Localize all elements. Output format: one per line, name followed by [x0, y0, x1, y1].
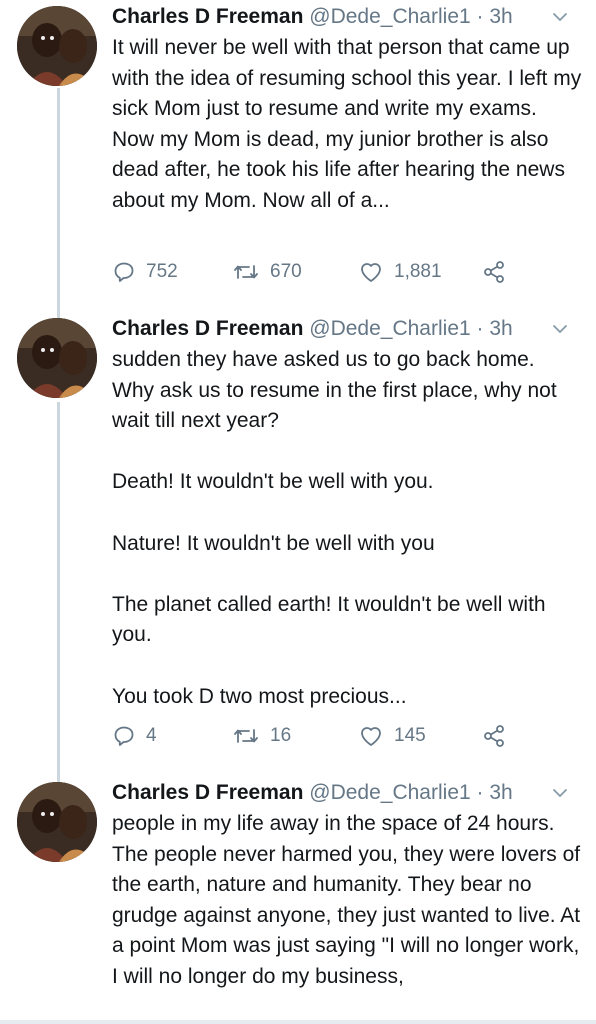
- tweet-paragraph: You took D two most precious...: [112, 684, 407, 708]
- author-name[interactable]: Charles D Freeman: [112, 317, 303, 340]
- tweet-text: sudden they have asked us to go back hom…: [112, 345, 582, 712]
- heart-icon: [358, 724, 384, 748]
- like-button[interactable]: 1,881: [358, 257, 442, 287]
- retweet-count: 670: [270, 261, 302, 282]
- tweet[interactable]: Charles D Freeman @Dede_Charlie1 · 3h su…: [0, 314, 596, 764]
- author-handle[interactable]: @Dede_Charlie1: [309, 781, 470, 804]
- share-icon: [482, 260, 506, 284]
- tweet[interactable]: Charles D Freeman @Dede_Charlie1 · 3h It…: [0, 2, 596, 302]
- retweet-icon: [232, 260, 260, 284]
- retweet-button[interactable]: 670: [232, 257, 302, 287]
- tweet-text: people in my life away in the space of 2…: [112, 809, 582, 993]
- reply-button[interactable]: 752: [112, 257, 178, 287]
- avatar[interactable]: [17, 6, 97, 86]
- tweet[interactable]: Charles D Freeman @Dede_Charlie1 · 3h pe…: [0, 778, 596, 1024]
- tweet-paragraph: people in my life away in the space of 2…: [112, 812, 581, 988]
- reply-icon: [112, 260, 136, 284]
- tweet-actions: 752 670 1,881: [112, 257, 572, 287]
- timestamp[interactable]: 3h: [489, 5, 512, 28]
- divider: [0, 1020, 596, 1024]
- separator: ·: [476, 5, 484, 28]
- separator: ·: [476, 781, 484, 804]
- heart-icon: [358, 260, 384, 284]
- author-handle[interactable]: @Dede_Charlie1: [309, 317, 470, 340]
- avatar[interactable]: [17, 782, 97, 862]
- retweet-count: 16: [270, 725, 292, 746]
- avatar[interactable]: [17, 318, 97, 398]
- author-name[interactable]: Charles D Freeman: [112, 5, 303, 28]
- retweet-icon: [232, 724, 260, 748]
- tweet-paragraph: The planet called earth! It wouldn't be …: [112, 592, 546, 647]
- chevron-down-icon[interactable]: [550, 318, 570, 338]
- tweet-paragraph: sudden they have asked us to go back hom…: [112, 348, 557, 433]
- tweet-header: Charles D Freeman @Dede_Charlie1 · 3h: [112, 2, 576, 32]
- share-button[interactable]: [482, 721, 506, 751]
- tweet-header: Charles D Freeman @Dede_Charlie1 · 3h: [112, 778, 576, 808]
- timestamp[interactable]: 3h: [489, 317, 512, 340]
- reply-count: 752: [146, 261, 178, 282]
- timestamp[interactable]: 3h: [489, 781, 512, 804]
- separator: ·: [476, 317, 484, 340]
- tweet-header: Charles D Freeman @Dede_Charlie1 · 3h: [112, 314, 576, 344]
- like-count: 1,881: [394, 261, 442, 282]
- author-name[interactable]: Charles D Freeman: [112, 781, 303, 804]
- retweet-button[interactable]: 16: [232, 721, 291, 751]
- tweet-paragraph: It will never be well with that person t…: [112, 36, 582, 212]
- share-button[interactable]: [482, 257, 506, 287]
- share-icon: [482, 724, 506, 748]
- reply-count: 4: [146, 725, 157, 746]
- reply-icon: [112, 724, 136, 748]
- tweet-actions: 4 16 145: [112, 721, 572, 751]
- like-count: 145: [394, 725, 426, 746]
- tweet-text: It will never be well with that person t…: [112, 33, 582, 217]
- chevron-down-icon[interactable]: [550, 782, 570, 802]
- tweet-paragraph: Nature! It wouldn't be well with you: [112, 531, 435, 555]
- like-button[interactable]: 145: [358, 721, 426, 751]
- chevron-down-icon[interactable]: [550, 6, 570, 26]
- reply-button[interactable]: 4: [112, 721, 157, 751]
- author-handle[interactable]: @Dede_Charlie1: [309, 5, 470, 28]
- tweet-paragraph: Death! It wouldn't be well with you.: [112, 470, 434, 494]
